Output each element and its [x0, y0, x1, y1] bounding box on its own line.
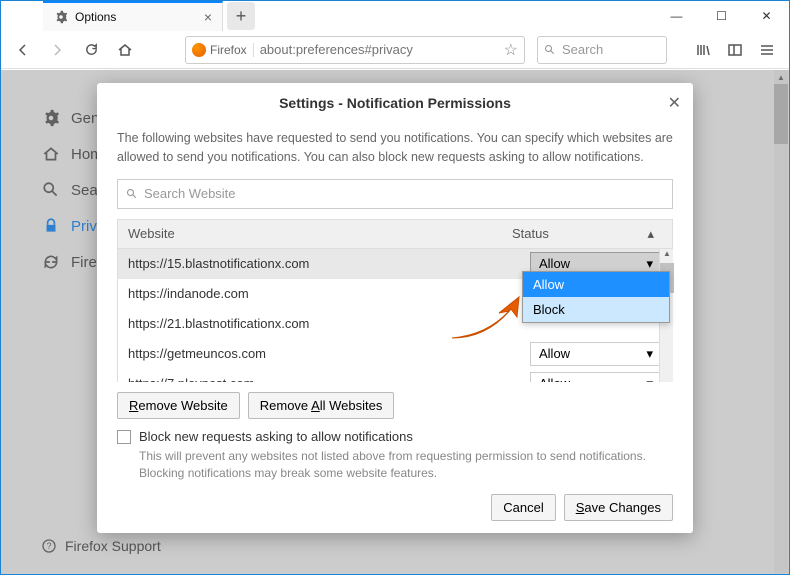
url-text: about:preferences#privacy	[260, 42, 498, 57]
search-placeholder: Search Website	[144, 186, 236, 201]
permissions-table: Website Status ▴ https://15.blastnotific…	[117, 219, 673, 383]
forward-button[interactable]	[43, 36, 71, 64]
dialog-close-button[interactable]: ✕	[668, 93, 681, 113]
column-status[interactable]: Status ▴	[512, 226, 662, 242]
table-header: Website Status ▴	[117, 219, 673, 249]
block-new-section: Block new requests asking to allow notif…	[97, 429, 693, 482]
website-search-input[interactable]: Search Website	[117, 179, 673, 209]
menu-button[interactable]	[753, 36, 781, 64]
block-new-checkbox[interactable]	[117, 430, 131, 444]
column-website[interactable]: Website	[128, 226, 512, 241]
back-button[interactable]	[9, 36, 37, 64]
notification-permissions-dialog: Settings - Notification Permissions ✕ Th…	[97, 83, 693, 533]
table-actions: Remove Website Remove All Websites	[97, 382, 693, 429]
sidebar-button[interactable]	[721, 36, 749, 64]
block-new-label: Block new requests asking to allow notif…	[139, 429, 413, 444]
website-url: https://getmeuncos.com	[128, 346, 530, 361]
block-new-description: This will prevent any websites not liste…	[117, 448, 673, 482]
maximize-button[interactable]: ☐	[699, 1, 744, 31]
dialog-description: The following websites have requested to…	[117, 129, 673, 167]
home-button[interactable]	[111, 36, 139, 64]
status-dropdown-menu: Allow Block	[522, 271, 670, 323]
block-new-checkbox-row[interactable]: Block new requests asking to allow notif…	[117, 429, 673, 444]
search-bar[interactable]: Search	[537, 36, 667, 64]
dropdown-option-allow[interactable]: Allow	[523, 272, 669, 297]
dialog-title: Settings - Notification Permissions	[113, 95, 677, 111]
website-url: https://indanode.com	[128, 286, 530, 301]
sort-arrow-icon: ▴	[647, 226, 654, 242]
dropdown-option-block[interactable]: Block	[523, 297, 669, 322]
url-bar[interactable]: Firefox about:preferences#privacy ☆	[185, 36, 525, 64]
library-button[interactable]	[689, 36, 717, 64]
new-tab-button[interactable]: +	[227, 2, 255, 30]
browser-window: Options × + — ☐ ✕ Firefox about:pre	[0, 0, 790, 575]
permission-row[interactable]: https://7.ploynest.com Allow▾	[118, 369, 672, 383]
remove-website-button[interactable]: Remove Website	[117, 392, 240, 419]
dialog-body: The following websites have requested to…	[97, 123, 693, 382]
window-controls: — ☐ ✕	[654, 1, 789, 31]
dialog-header: Settings - Notification Permissions ✕	[97, 83, 693, 123]
identity-label: Firefox	[210, 43, 247, 57]
chevron-down-icon: ▾	[646, 256, 653, 272]
tab-close-icon[interactable]: ×	[204, 9, 212, 25]
website-url: https://15.blastnotificationx.com	[128, 256, 530, 271]
browser-tab[interactable]: Options ×	[43, 1, 223, 31]
permission-row[interactable]: https://getmeuncos.com Allow▾	[118, 339, 672, 369]
remove-all-websites-button[interactable]: Remove All Websites	[248, 392, 395, 419]
minimize-button[interactable]: —	[654, 1, 699, 31]
firefox-icon	[192, 43, 206, 57]
bookmark-star-icon[interactable]: ☆	[504, 40, 518, 60]
status-dropdown[interactable]: Allow▾	[530, 372, 662, 383]
search-icon	[544, 44, 556, 56]
scroll-up-icon[interactable]: ▲	[660, 249, 674, 263]
window-close-button[interactable]: ✕	[744, 1, 789, 31]
chevron-down-icon: ▾	[646, 376, 653, 383]
search-placeholder: Search	[562, 42, 603, 57]
dialog-footer: Cancel Save Changes	[97, 482, 693, 533]
website-url: https://7.ploynest.com	[128, 376, 530, 382]
identity-box[interactable]: Firefox	[192, 43, 254, 57]
tab-title: Options	[75, 10, 198, 24]
cancel-button[interactable]: Cancel	[491, 494, 555, 521]
search-icon	[126, 188, 138, 200]
status-dropdown[interactable]: Allow▾	[530, 342, 662, 366]
save-changes-button[interactable]: Save Changes	[564, 494, 673, 521]
navigation-toolbar: Firefox about:preferences#privacy ☆ Sear…	[1, 31, 789, 69]
website-url: https://21.blastnotificationx.com	[128, 316, 530, 331]
gear-icon	[53, 9, 69, 25]
reload-button[interactable]	[77, 36, 105, 64]
chevron-down-icon: ▾	[646, 346, 653, 362]
titlebar: Options × + — ☐ ✕	[1, 1, 789, 31]
